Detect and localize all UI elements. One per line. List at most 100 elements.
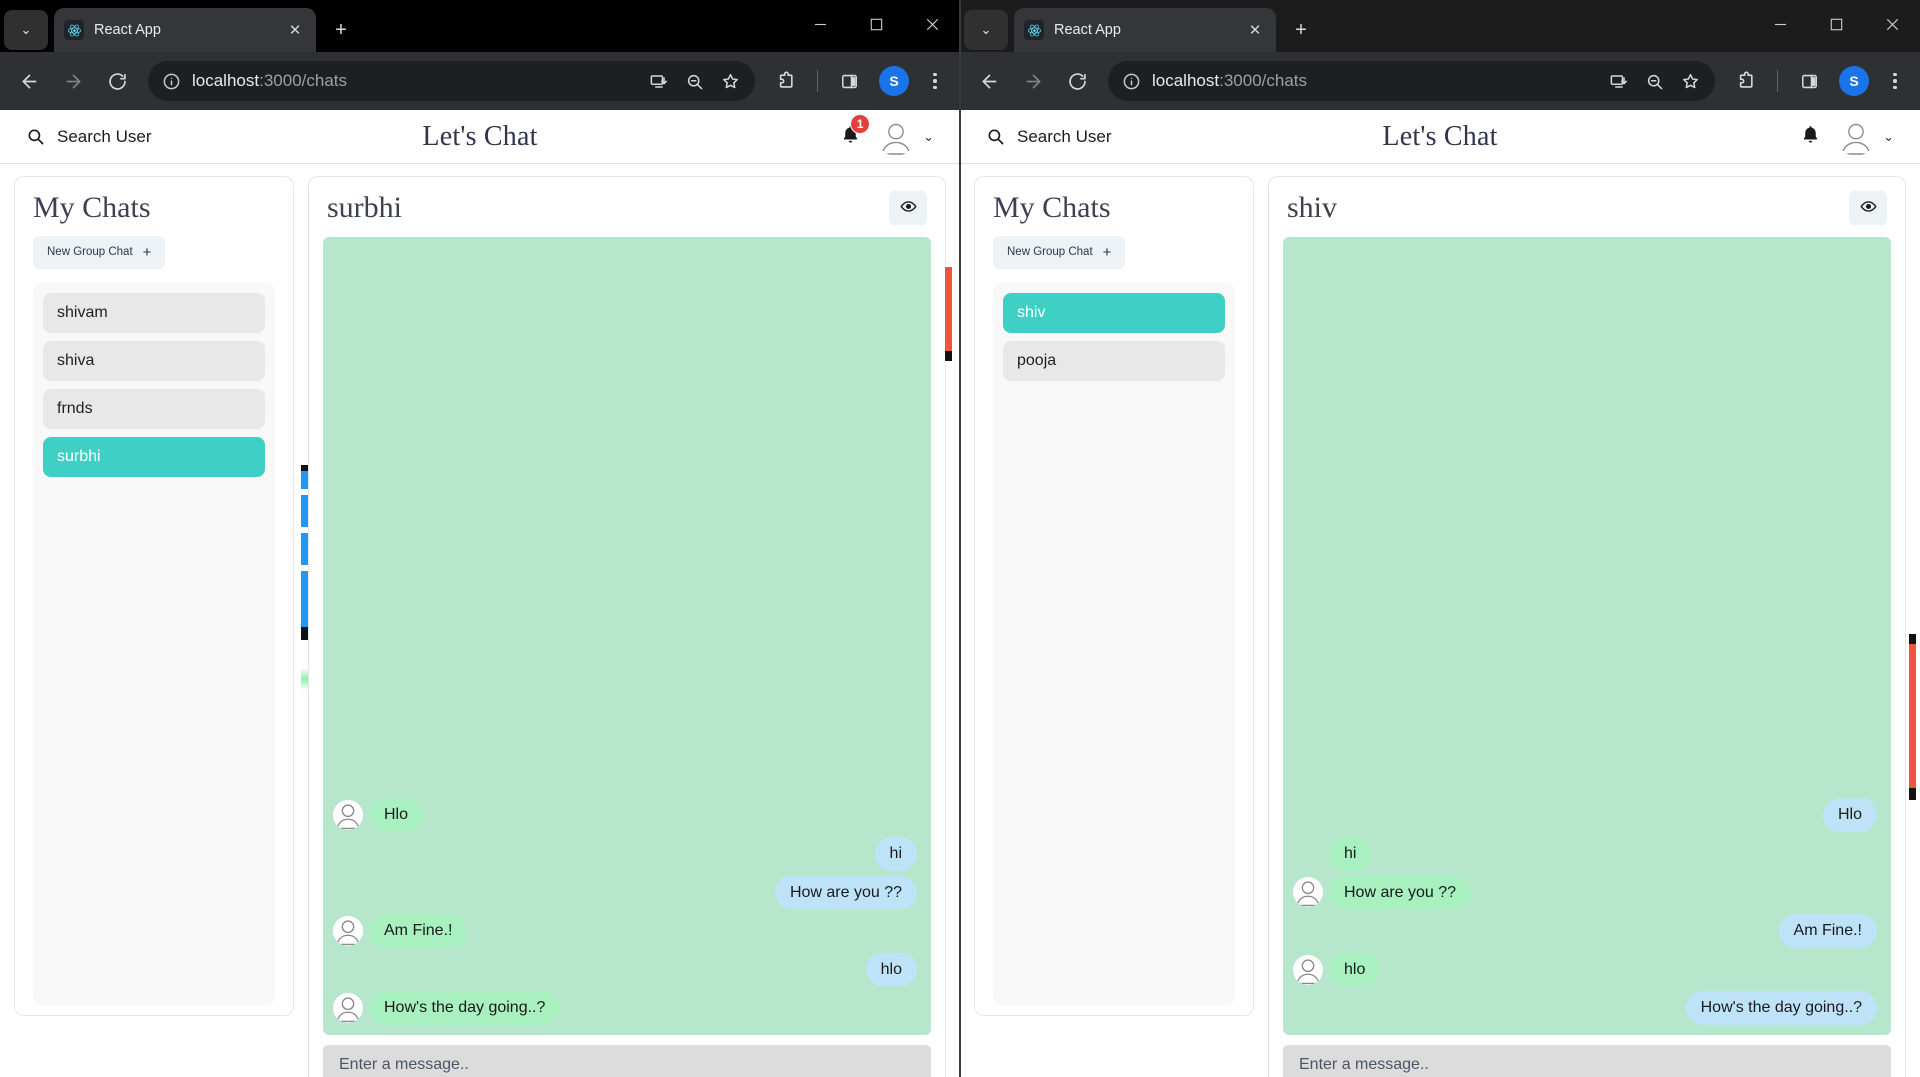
window-close-button[interactable] <box>904 0 960 48</box>
new-tab-button[interactable]: + <box>324 13 358 47</box>
zoom-out-icon[interactable] <box>677 64 711 98</box>
message-bubble: hi <box>1329 837 1372 871</box>
search-icon <box>26 127 45 146</box>
bookmark-star-icon[interactable] <box>1673 64 1707 98</box>
back-arrow-icon[interactable] <box>10 62 48 100</box>
view-profile-button[interactable] <box>889 191 927 225</box>
window-minimize-button[interactable] <box>792 0 848 48</box>
reload-icon[interactable] <box>1058 62 1096 100</box>
kebab-menu-icon[interactable] <box>920 72 950 90</box>
message-bubble: How's the day going..? <box>1685 991 1877 1025</box>
eye-icon <box>1859 198 1877 218</box>
search-user-label: Search User <box>1017 126 1112 146</box>
address-bar[interactable]: localhost:3000/chats <box>1108 61 1715 101</box>
chat-list-item[interactable]: frnds <box>43 388 265 429</box>
user-avatar-icon <box>877 117 916 156</box>
kebab-menu-icon[interactable] <box>1880 72 1910 90</box>
message-bubble: Hlo <box>1822 798 1877 833</box>
install-app-icon[interactable] <box>641 64 675 98</box>
chat-title: surbhi <box>327 191 402 224</box>
scrollbar-artifact <box>1909 630 1916 810</box>
my-chats-panel: My Chats New Group Chat + shivam shiva frnds s… <box>14 176 294 1016</box>
browser-tab[interactable]: React App ✕ <box>1014 8 1276 52</box>
message-row: hi <box>1293 837 1877 871</box>
chat-list-item-label: shiv <box>1017 303 1046 321</box>
message-bubble: hlo <box>1329 952 1381 987</box>
bookmark-star-icon[interactable] <box>713 64 747 98</box>
forward-arrow-icon[interactable] <box>1014 62 1052 100</box>
tab-search-chevron-icon[interactable]: ⌄ <box>4 10 48 50</box>
side-panel-icon[interactable] <box>1790 62 1828 100</box>
app-header: Search User Let's Chat ⌄ <box>960 110 1920 164</box>
browser-profile-button[interactable]: S <box>879 66 909 96</box>
message-row: Hlo <box>333 798 917 833</box>
new-tab-button[interactable]: + <box>1284 13 1318 47</box>
profile-menu-button[interactable]: ⌄ <box>877 117 934 156</box>
puzzle-piece-icon[interactable] <box>1727 62 1765 100</box>
view-profile-button[interactable] <box>1849 191 1887 225</box>
search-user-button[interactable]: Search User <box>26 127 151 147</box>
app-body: My Chats New Group Chat + shiv pooja shiv Hlo h… <box>960 164 1920 1077</box>
chat-list: shiv pooja <box>993 282 1235 1005</box>
chat-list-item-label: surbhi <box>57 447 101 465</box>
message-input[interactable] <box>1283 1045 1891 1077</box>
toolbar-divider <box>1777 70 1778 92</box>
tab-title: React App <box>1054 22 1121 38</box>
window-close-button[interactable] <box>1864 0 1920 48</box>
new-group-chat-button[interactable]: New Group Chat + <box>33 235 166 269</box>
page-viewport: Search User Let's Chat ⌄ My Chats New Group … <box>960 110 1920 1077</box>
search-user-button[interactable]: Search User <box>986 127 1111 147</box>
message-row: How are you ?? <box>1293 875 1877 910</box>
message-input[interactable] <box>323 1045 931 1077</box>
tab-close-icon[interactable]: ✕ <box>284 19 306 41</box>
chat-list-item[interactable]: shiva <box>43 340 265 381</box>
chat-list-item[interactable]: shivam <box>43 292 265 333</box>
forward-arrow-icon[interactable] <box>54 62 92 100</box>
message-row: hi <box>333 837 917 871</box>
message-row: hlo <box>333 952 917 987</box>
window-minimize-button[interactable] <box>1752 0 1808 48</box>
back-arrow-icon[interactable] <box>970 62 1008 100</box>
chat-list-item[interactable]: pooja <box>1003 340 1225 381</box>
install-app-icon[interactable] <box>1601 64 1635 98</box>
window-divider <box>959 0 961 1077</box>
tab-strip: ⌄ React App ✕ + <box>0 0 960 52</box>
message-avatar-icon <box>333 916 363 947</box>
notification-bell-button[interactable] <box>1800 124 1821 150</box>
header-actions: 1 ⌄ <box>840 113 934 156</box>
tab-search-chevron-icon[interactable]: ⌄ <box>964 10 1008 50</box>
app-body: My Chats New Group Chat + shivam shiva frnds s… <box>0 164 960 1077</box>
search-user-label: Search User <box>57 126 152 146</box>
scrollbar-artifact <box>301 668 308 690</box>
browser-tab[interactable]: React App ✕ <box>54 8 316 52</box>
window-controls <box>792 0 960 48</box>
site-info-icon[interactable] <box>1120 70 1142 92</box>
notification-badge: 1 <box>850 113 871 134</box>
chevron-down-icon: ⌄ <box>20 22 32 37</box>
new-group-chat-button[interactable]: New Group Chat + <box>993 235 1126 269</box>
react-icon <box>1024 20 1044 40</box>
zoom-out-icon[interactable] <box>1637 64 1671 98</box>
chevron-down-icon: ⌄ <box>1883 128 1894 144</box>
eye-icon <box>899 198 917 218</box>
message-row: How are you ?? <box>333 875 917 910</box>
side-panel-icon[interactable] <box>830 62 868 100</box>
puzzle-piece-icon[interactable] <box>767 62 805 100</box>
site-info-icon[interactable] <box>160 70 182 92</box>
chat-list-item[interactable]: shiv <box>1003 292 1225 333</box>
browser-profile-button[interactable]: S <box>1839 66 1869 96</box>
header-actions: ⌄ <box>1800 117 1894 156</box>
react-icon <box>64 20 84 40</box>
window-maximize-button[interactable] <box>848 0 904 48</box>
notification-bell-button[interactable]: 1 <box>840 113 871 150</box>
message-bubble: How are you ?? <box>774 875 917 910</box>
reload-icon[interactable] <box>98 62 136 100</box>
chat-list-item[interactable]: surbhi <box>43 436 265 477</box>
profile-menu-button[interactable]: ⌄ <box>1837 117 1894 156</box>
chat-list-item-label: pooja <box>1017 351 1057 369</box>
window-maximize-button[interactable] <box>1808 0 1864 48</box>
address-bar[interactable]: localhost:3000/chats <box>148 61 755 101</box>
message-bubble: Hlo <box>369 798 424 833</box>
message-bubble: How are you ?? <box>1329 875 1472 910</box>
tab-close-icon[interactable]: ✕ <box>1244 19 1266 41</box>
